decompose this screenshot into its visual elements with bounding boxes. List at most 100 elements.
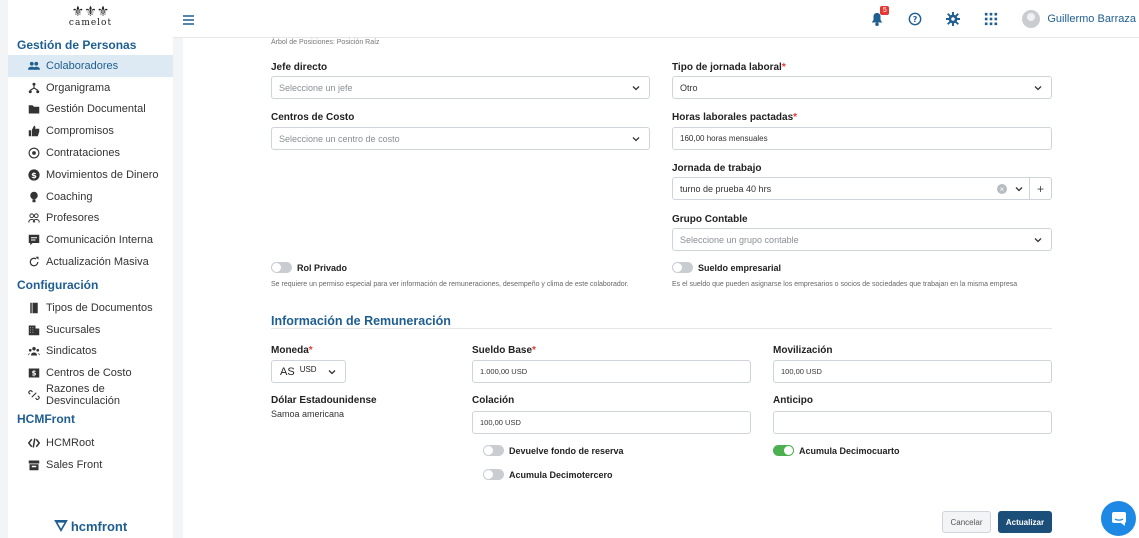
building-icon: [28, 324, 40, 336]
sidebar-item-label: Sindicatos: [46, 345, 97, 358]
company-logo[interactable]: ⚜⚜⚜ camelot: [8, 0, 173, 34]
help-icon[interactable]: ?: [908, 12, 922, 26]
group-icon: [28, 345, 40, 357]
app-root: ⚜⚜⚜ camelot Gestión de Personas Colabora…: [0, 0, 1139, 538]
user-name[interactable]: Guillermo Barraza: [1047, 13, 1136, 25]
sidebar-item-label: Movimientos de Dinero: [46, 168, 159, 181]
remuneracion-heading: Información de Remuneración: [271, 314, 451, 328]
sidebar-section-hcmfront: HCMFront: [17, 411, 75, 426]
jornada-trabajo-select[interactable]: turno de prueba 40 hrs × +: [672, 177, 1052, 200]
jornada-trabajo-label: Jornada de trabajo: [672, 163, 762, 174]
position-form: Árbol de Posiciones: Posición Raíz Jefe …: [183, 38, 1139, 538]
sidebar-item-label: Contrataciones: [46, 147, 120, 160]
users-icon: [28, 60, 40, 72]
hcmfront-logo-icon: [53, 520, 68, 532]
chevron-down-icon[interactable]: [1015, 185, 1023, 193]
colacion-input[interactable]: 100,00 USD: [472, 411, 751, 434]
sueldo-base-input[interactable]: 1.000,00 USD: [472, 360, 751, 383]
sidebar-item-sindicatos[interactable]: Sindicatos: [8, 341, 173, 363]
clear-icon[interactable]: ×: [997, 184, 1007, 194]
chevron-down-icon: [632, 86, 640, 91]
sueldo-empresarial-toggle[interactable]: [672, 262, 693, 273]
jefe-directo-label: Jefe directo: [271, 62, 328, 73]
topbar: 5 ? Guillermo Barraza: [173, 0, 1139, 38]
sidebar: ⚜⚜⚜ camelot Gestión de Personas Colabora…: [8, 0, 173, 538]
book-icon: [28, 302, 40, 314]
sidebar-item-sucursales[interactable]: Sucursales: [8, 319, 173, 341]
sidebar-item-label: HCMRoot: [46, 436, 95, 449]
money-icon: $: [28, 367, 40, 379]
sidebar-item-label: Sucursales: [46, 323, 101, 336]
colacion-label: Colación: [472, 395, 515, 406]
devuelve-fondo-toggle[interactable]: [483, 445, 504, 456]
moneda-select[interactable]: AS USD: [271, 360, 346, 383]
chat-support-button[interactable]: [1101, 501, 1136, 536]
sidebar-item-colaboradores[interactable]: Colaboradores: [8, 55, 173, 77]
rol-privado-toggle[interactable]: [271, 262, 292, 273]
sidebar-item-gestion-documental[interactable]: Gestión Documental: [8, 99, 173, 121]
horas-pactadas-input[interactable]: 160,00 horas mensuales: [672, 127, 1052, 150]
tipo-jornada-label: Tipo de jornada laboral*: [672, 62, 786, 73]
sidebar-item-label: Coaching: [46, 190, 93, 203]
sidebar-item-compromisos[interactable]: Compromisos: [8, 120, 173, 142]
user-avatar[interactable]: [1022, 10, 1041, 28]
sueldo-empresarial-label: Sueldo empresarial: [698, 263, 782, 273]
sidebar-item-sales-front[interactable]: Sales Front: [8, 454, 173, 476]
sidebar-item-coaching[interactable]: Coaching: [8, 186, 173, 208]
tipo-jornada-select[interactable]: Otro: [672, 76, 1052, 99]
sidebar-item-hcmroot[interactable]: HCMRoot: [8, 432, 173, 454]
sidebar-item-label: Organigrama: [46, 81, 111, 94]
add-jornada-button[interactable]: +: [1029, 177, 1051, 200]
grupo-contable-label: Grupo Contable: [672, 214, 748, 225]
horas-pactadas-label: Horas laborales pactadas*: [672, 112, 798, 123]
sidebar-item-label: Profesores: [46, 212, 100, 225]
sidebar-item-tipos-documentos[interactable]: Tipos de Documentos: [8, 297, 173, 319]
chevron-down-icon: [1034, 86, 1042, 91]
sidebar-section-configuracion: Configuración: [17, 277, 99, 292]
thumbs-up-icon: [28, 125, 40, 137]
menu-toggle-icon[interactable]: [183, 12, 194, 25]
chevron-down-icon: [328, 370, 336, 375]
hcmfront-logo: hcmfront: [8, 514, 173, 538]
sidebar-item-label: Compromisos: [46, 125, 114, 138]
centros-costo-label: Centros de Costo: [271, 112, 355, 123]
devuelve-fondo-label: Devuelve fondo de reserva: [509, 446, 624, 456]
unlink-icon: [28, 389, 40, 401]
grupo-contable-select[interactable]: Seleccione un grupo contable: [672, 228, 1052, 251]
sidebar-item-actualizacion-masiva[interactable]: Actualización Masiva: [8, 251, 173, 273]
sidebar-item-comunicacion[interactable]: Comunicación Interna: [8, 229, 173, 251]
acumula-decimocuarto-toggle[interactable]: [773, 445, 794, 456]
chevron-down-icon: [1034, 238, 1042, 243]
sidebar-item-organigrama[interactable]: Organigrama: [8, 77, 173, 99]
sidebar-item-label: Comunicación Interna: [46, 234, 154, 247]
acumula-decimotercero-label: Acumula Decimotercero: [509, 470, 613, 480]
movilizacion-input[interactable]: 100,00 USD: [773, 360, 1052, 383]
anticipo-input[interactable]: [773, 411, 1052, 434]
logo-text: camelot: [68, 18, 113, 28]
chat-icon: [1111, 511, 1126, 526]
svg-text:$: $: [32, 370, 37, 378]
update-button[interactable]: Actualizar: [998, 511, 1052, 533]
apps-grid-icon[interactable]: [984, 12, 998, 26]
notifications-bell-icon[interactable]: 5: [870, 6, 890, 26]
jefe-directo-select[interactable]: Seleccione un jefe: [271, 76, 650, 99]
sidebar-item-profesores[interactable]: Profesores: [8, 208, 173, 230]
sidebar-item-centros-costo[interactable]: $ Centros de Costo: [8, 362, 173, 384]
dollar-icon: $: [28, 169, 40, 181]
acumula-decimocuarto-label: Acumula Decimocuarto: [799, 446, 900, 456]
sidebar-item-label: Tipos de Documentos: [46, 301, 153, 314]
sidebar-item-label: Gestión Documental: [46, 103, 146, 116]
settings-gear-icon[interactable]: [946, 12, 961, 26]
acumula-decimotercero-toggle[interactable]: [483, 469, 504, 480]
sidebar-item-razones-desvinculacion[interactable]: Razones de Desvinculación: [8, 383, 173, 407]
sidebar-item-label: Actualización Masiva: [46, 256, 149, 269]
teachers-icon: [28, 212, 40, 224]
sidebar-item-movimientos-dinero[interactable]: $ Movimientos de Dinero: [8, 164, 173, 186]
centros-costo-select[interactable]: Seleccione un centro de costo: [271, 127, 650, 150]
target-icon: [28, 147, 40, 159]
cancel-button[interactable]: Cancelar: [942, 511, 991, 533]
notification-count-badge: 5: [880, 6, 890, 15]
sidebar-item-contrataciones[interactable]: Contrataciones: [8, 142, 173, 164]
sidebar-item-label: Sales Front: [46, 458, 103, 471]
sidebar-item-label: Colaboradores: [46, 59, 119, 72]
